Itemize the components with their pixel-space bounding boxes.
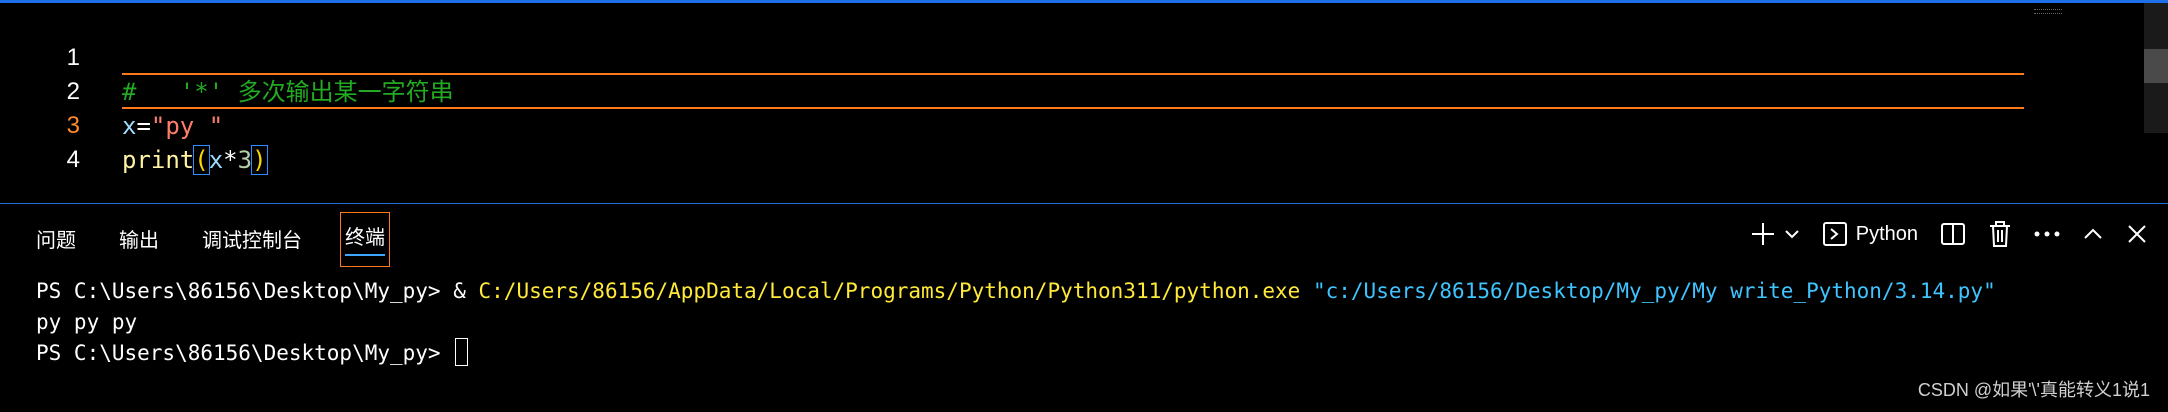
split-terminal-button[interactable] — [1940, 221, 1966, 247]
code-line-2[interactable]: 2 x="py " — [0, 41, 2100, 140]
terminal-dropdown-button[interactable] — [1784, 226, 1800, 242]
tab-debug-console[interactable]: 调试控制台 — [202, 224, 302, 253]
terminal-line-3: PS C:\Users\86156\Desktop\My_py> — [36, 338, 469, 366]
tab-terminal-label: 终端 — [345, 227, 385, 249]
chevron-up-icon — [2084, 228, 2102, 239]
terminal-icon — [1822, 222, 1847, 246]
chevron-down-icon — [1785, 230, 1799, 239]
trash-icon — [1990, 221, 2010, 247]
tab-output[interactable]: 输出 — [119, 224, 159, 253]
active-tab-indicator — [345, 254, 385, 256]
print-function: print — [122, 146, 195, 174]
close-icon — [2128, 225, 2146, 243]
maximize-panel-button[interactable] — [2082, 223, 2104, 245]
new-terminal-button[interactable] — [1750, 221, 1776, 247]
code-line-1[interactable]: 1 # '*' 多次输出某一字符串 — [0, 7, 2100, 106]
terminal-output[interactable]: PS C:\Users\86156\Desktop\My_py> & C:/Us… — [36, 276, 1996, 369]
kill-terminal-button[interactable] — [1988, 220, 2012, 248]
more-icon — [2034, 231, 2060, 237]
terminal-shell-selector[interactable]: Python — [1822, 221, 1918, 247]
python-exe-path: C:/Users/86156/AppData/Local/Programs/Py… — [478, 279, 1301, 303]
terminal-cursor — [455, 338, 469, 366]
tab-problems[interactable]: 问题 — [36, 224, 76, 253]
terminal-line-1: PS C:\Users\86156\Desktop\My_py> & C:/Us… — [36, 279, 1996, 303]
close-panel-button[interactable] — [2126, 223, 2148, 245]
close-paren: ) — [251, 145, 268, 175]
code-editor[interactable]: 1 # '*' 多次输出某一字符串 2 x="py " 3 print(x*3)… — [0, 3, 2168, 203]
editor-scrollbar[interactable] — [2144, 3, 2168, 133]
more-actions-button[interactable] — [2034, 230, 2060, 238]
arg-variable: x — [208, 146, 224, 174]
line-number: 4 — [66, 146, 80, 173]
split-icon — [1941, 223, 1965, 245]
number-literal: 3 — [237, 146, 253, 174]
open-paren: ( — [193, 145, 210, 175]
scrollbar-thumb[interactable] — [2144, 49, 2168, 83]
code-line-4[interactable]: 4 — [0, 109, 2100, 173]
prompt-text: PS C:\Users\86156\Desktop\My_py> — [36, 341, 454, 365]
multiply-operator: * — [223, 146, 238, 174]
script-path-arg: "c:/Users/86156/Desktop/My_py/My write_P… — [1312, 279, 1996, 303]
plus-icon — [1751, 223, 1774, 245]
prompt-text: PS C:\Users\86156\Desktop\My_py> & — [36, 279, 479, 303]
panel-actions: Python — [1728, 212, 2148, 256]
watermark-text: CSDN @如果'\'真能转义1说1 — [1917, 380, 2150, 400]
shell-label: Python — [1855, 222, 1918, 245]
code-line-3[interactable]: 3 print(x*3) — [0, 75, 2100, 175]
tab-terminal[interactable]: 终端 — [340, 212, 390, 267]
terminal-line-2: py py py — [36, 310, 150, 334]
